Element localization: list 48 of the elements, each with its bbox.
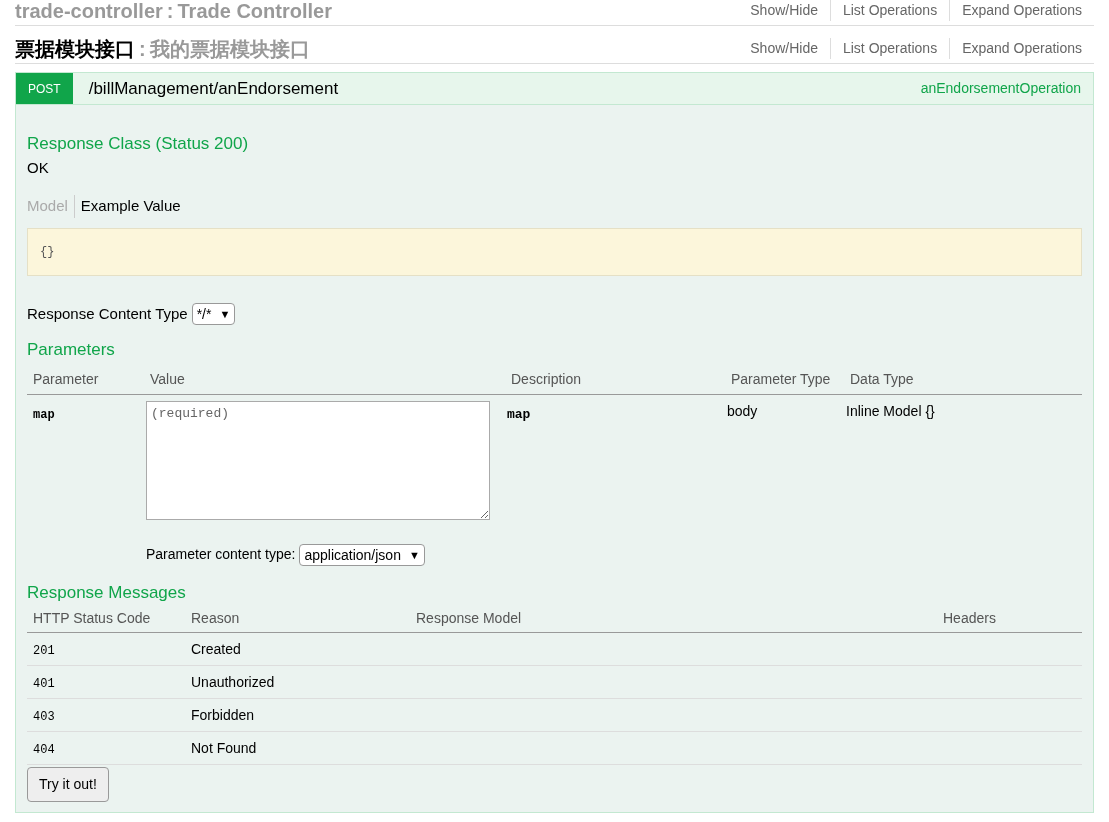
section-action-link[interactable]: Show/Hide: [738, 0, 830, 21]
example-value-box: {}: [27, 227, 1082, 276]
parameter-value-input[interactable]: (required): [146, 400, 490, 520]
section-action-link[interactable]: List Operations: [829, 38, 950, 59]
parameter-type: body: [727, 402, 758, 419]
column-header: Response Model: [410, 605, 937, 633]
operation-header[interactable]: POST /billManagement/anEndorsement anEndorsementOperation: [16, 73, 1093, 105]
status-reason: Created: [191, 640, 241, 657]
column-header: Value: [144, 364, 505, 394]
column-header: HTTP Status Code: [27, 605, 185, 633]
status-code: 403: [33, 709, 55, 724]
status-reason: Not Found: [191, 739, 257, 756]
operation-path: /billManagement/anEndorsement: [88, 77, 339, 100]
column-header: Data Type: [844, 364, 1082, 394]
section-description: Trade Controller: [177, 1, 332, 21]
parameter-description: map: [507, 406, 531, 422]
status-reason: Unauthorized: [191, 673, 275, 690]
select-dropdown[interactable]: application/json ▼: [299, 543, 425, 566]
response-class-text: OK: [27, 157, 50, 178]
status-code: 201: [33, 643, 55, 658]
try-it-out-button[interactable]: Try it out!: [27, 767, 109, 802]
status-code: 404: [33, 742, 55, 757]
column-header: Parameter: [27, 364, 144, 394]
parameter-content-type-label: Parameter content type:: [146, 545, 296, 564]
model-tab[interactable]: Example Value: [73, 195, 181, 218]
data-type: Inline Model {}: [846, 402, 935, 419]
column-header: Reason: [185, 605, 410, 633]
parameter-name: map: [33, 407, 55, 422]
method-badge: POST: [16, 73, 73, 104]
section-name[interactable]: 票据模块接口: [15, 39, 135, 59]
section-heading: Parameters: [27, 339, 116, 361]
section-action-link[interactable]: Show/Hide: [738, 38, 830, 59]
section-separator: :: [166, 1, 174, 21]
section-heading: Response Messages: [27, 581, 187, 604]
response-content-type-label: Response Content Type: [27, 303, 188, 324]
column-header: Parameter Type: [725, 364, 844, 394]
column-header: Headers: [937, 605, 1082, 633]
operation-nickname: anEndorsementOperation: [920, 79, 1081, 98]
section-action-link[interactable]: List Operations: [829, 0, 950, 21]
status-code: 401: [33, 676, 55, 691]
section-separator: :: [139, 39, 146, 59]
column-header: Description: [505, 364, 725, 394]
select-dropdown[interactable]: */* ▼: [191, 302, 236, 325]
section-heading: Response Class (Status 200): [27, 133, 250, 155]
section-action-link[interactable]: Expand Operations: [949, 0, 1094, 21]
section-description: 我的票据模块接口: [149, 39, 310, 59]
section-action-link[interactable]: Expand Operations: [949, 38, 1094, 59]
status-reason: Forbidden: [191, 706, 255, 723]
